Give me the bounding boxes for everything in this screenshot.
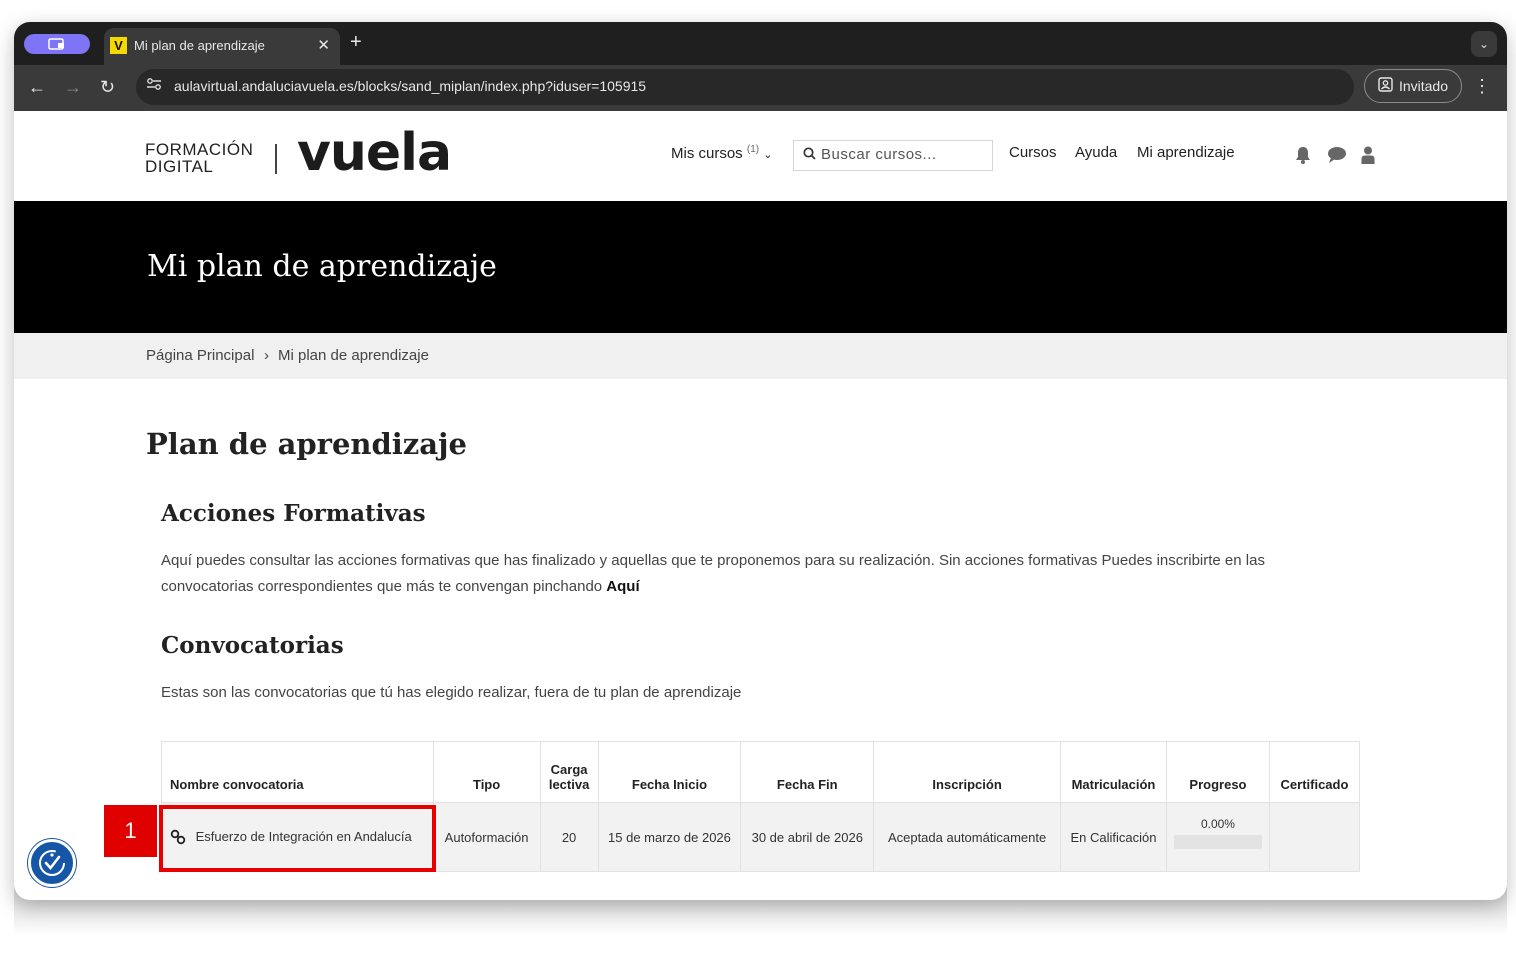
guest-label: Invitado xyxy=(1398,78,1449,94)
person-badge-icon xyxy=(1378,77,1393,95)
cell-fecha-inicio: 15 de marzo de 2026 xyxy=(597,802,742,872)
section-title: Plan de aprendizaje xyxy=(146,427,467,461)
bell-icon[interactable] xyxy=(1295,146,1313,164)
reload-icon[interactable]: ↻ xyxy=(100,77,115,98)
breadcrumb-current: Mi plan de aprendizaje xyxy=(278,347,429,364)
url-text: aulavirtual.andaluciavuela.es/blocks/san… xyxy=(174,78,647,94)
kebab-icon[interactable]: ⋮ xyxy=(1473,76,1491,97)
progress-bar xyxy=(1173,835,1262,849)
col-nombre: Nombre convocatoria xyxy=(161,741,434,803)
col-inscripcion: Inscripción xyxy=(873,741,1061,803)
accessibility-icon[interactable] xyxy=(28,839,76,887)
favicon-icon: V xyxy=(110,37,127,54)
chevron-down-icon[interactable]: ⌄ xyxy=(1471,31,1497,57)
chat-icon[interactable] xyxy=(1327,146,1349,164)
breadcrumb-separator: › xyxy=(264,347,269,364)
col-progreso: Progreso xyxy=(1165,741,1270,803)
guest-profile-button[interactable]: Invitado xyxy=(1364,69,1462,103)
convocatorias-heading: Convocatorias xyxy=(161,632,344,659)
col-carga: Carga lectiva xyxy=(539,741,599,803)
table-header-row: Nombre convocatoria Tipo Carga lectiva F… xyxy=(161,741,1361,803)
chevron-down-icon: ⌄ xyxy=(763,149,773,161)
link-icon xyxy=(170,829,190,845)
annotation-marker: 1 xyxy=(104,805,157,857)
cell-carga: 20 xyxy=(539,802,599,872)
breadcrumb-home[interactable]: Página Principal xyxy=(146,347,254,364)
cell-nombre[interactable]: Esfuerzo de Integración en Andalucía xyxy=(159,802,436,872)
profile-switch-icon[interactable] xyxy=(24,34,90,54)
col-fecha-inicio: Fecha Inicio xyxy=(597,741,742,803)
nav-ayuda[interactable]: Ayuda xyxy=(1075,144,1117,161)
cell-progreso: 0.00% xyxy=(1165,802,1270,872)
search-input[interactable] xyxy=(821,146,981,163)
table-row: Esfuerzo de Integración en Andalucía Aut… xyxy=(159,802,1361,872)
col-tipo: Tipo xyxy=(432,741,541,803)
convocatorias-text: Estas son las convocatorias que tú has e… xyxy=(161,684,742,701)
convocatorias-table: Nombre convocatoria Tipo Carga lectiva F… xyxy=(159,741,1361,872)
mis-cursos-count: (1) xyxy=(746,144,760,155)
address-bar[interactable]: aulavirtual.andaluciavuela.es/blocks/san… xyxy=(136,69,1354,105)
site-settings-icon[interactable] xyxy=(146,77,162,94)
col-fecha-fin: Fecha Fin xyxy=(740,741,875,803)
cell-inscripcion: Aceptada automáticamente xyxy=(873,802,1061,872)
browser-tab[interactable]: V Mi plan de aprendizaje ✕ xyxy=(104,28,340,65)
breadcrumb: Página Principal › Mi plan de aprendizaj… xyxy=(14,333,1507,379)
col-certificado: Certificado xyxy=(1268,741,1361,803)
search-icon xyxy=(803,147,816,163)
cell-tipo: Autoformación xyxy=(432,802,541,872)
nav-cursos[interactable]: Cursos xyxy=(1009,144,1057,161)
tab-title: Mi plan de aprendizaje xyxy=(134,38,265,53)
close-icon[interactable]: ✕ xyxy=(317,36,330,54)
forward-icon[interactable]: → xyxy=(64,77,82,98)
col-matriculacion: Matriculación xyxy=(1060,741,1167,803)
back-icon[interactable]: ← xyxy=(28,77,46,98)
cell-certificado xyxy=(1268,802,1361,872)
logo-divider xyxy=(275,144,277,174)
browser-toolbar: ← → ↻ aulavirtual.andaluciavuela.es/bloc… xyxy=(14,65,1507,111)
tab-bar: V Mi plan de aprendizaje ✕ + ⌄ xyxy=(14,22,1507,65)
plus-icon[interactable]: + xyxy=(350,31,362,54)
page-hero: Mi plan de aprendizaje xyxy=(14,201,1507,333)
progress-label: 0.00% xyxy=(1200,817,1235,831)
mis-cursos-menu[interactable]: Mis cursos (1) ⌄ xyxy=(671,144,772,162)
acciones-heading: Acciones Formativas xyxy=(161,500,426,527)
browser-window: V Mi plan de aprendizaje ✕ + ⌄ ← → ↻ aul… xyxy=(14,22,1507,900)
aqui-link[interactable]: Aquí xyxy=(606,578,639,595)
convocatoria-name[interactable]: Esfuerzo de Integración en Andalucía xyxy=(196,829,412,844)
course-search xyxy=(793,140,993,171)
site-header: FORMACIÓN DIGITAL vuela Mis cursos (1) ⌄… xyxy=(14,111,1507,201)
logo-vuela[interactable]: vuela xyxy=(297,123,452,183)
cell-fecha-fin: 30 de abril de 2026 xyxy=(740,802,875,872)
logo-formacion-digital[interactable]: FORMACIÓN DIGITAL xyxy=(145,141,253,175)
user-icon[interactable] xyxy=(1361,146,1379,164)
cell-matriculacion: En Calificación xyxy=(1060,802,1167,872)
acciones-text: Aquí puedes consultar las acciones forma… xyxy=(161,552,1265,595)
nav-mi-aprendizaje[interactable]: Mi aprendizaje xyxy=(1137,144,1235,161)
page-title: Mi plan de aprendizaje xyxy=(147,249,497,284)
